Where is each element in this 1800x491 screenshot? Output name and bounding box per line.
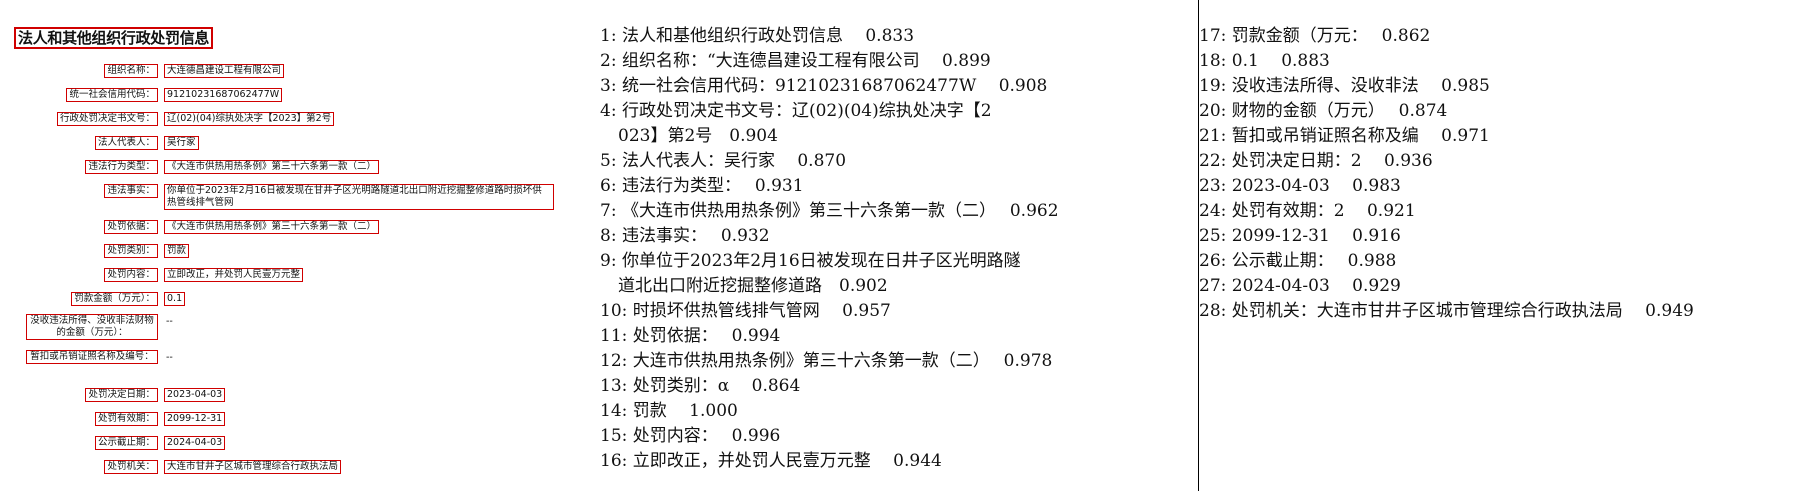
document-title: 法人和其他组织行政处罚信息 xyxy=(14,27,214,49)
field-value: -- xyxy=(166,352,173,363)
ocr-line: 1: 法人和基他组织行政处罚信息 0.833 xyxy=(600,26,915,46)
field-basis-label-wrap: 处罚依据： xyxy=(0,220,158,234)
ocr-line: 23: 2023-04-03 0.983 xyxy=(1199,176,1401,196)
field-label: 公示截止期： xyxy=(94,436,158,450)
field-value: 立即改正，并处罚人民壹万元整 xyxy=(164,268,304,282)
field-penalty-type-label-wrap: 处罚类别： xyxy=(0,244,158,258)
ocr-line: 21: 暂扣或吊销证照名称及编 0.971 xyxy=(1199,126,1490,146)
ocr-results-column-1: 1: 法人和基他组织行政处罚信息 0.833 2: 组织名称：“大连德昌建设工程… xyxy=(600,24,1059,474)
field-label: 违法行为类型： xyxy=(85,160,158,174)
field-label: 处罚类别： xyxy=(104,244,158,258)
field-violation-facts-label-wrap: 违法事实： xyxy=(0,184,158,198)
field-confiscation-label-wrap: 没收违法所得、没收非法财物的金额（万元）： xyxy=(0,314,158,342)
ocr-line: 17: 罚款金额（万元： 0.862 xyxy=(1199,26,1431,46)
field-value: 2024-04-03 xyxy=(164,436,226,450)
ocr-line: 27: 2024-04-03 0.929 xyxy=(1199,276,1401,296)
ocr-line: 5: 法人代表人：吴行家 0.870 xyxy=(600,151,847,171)
ocr-line: 12: 大连市供热用热条例》第三十六条第一款（二） 0.978 xyxy=(600,351,1053,371)
field-value: 《大连市供热用热条例》第三十六条第一款（二） xyxy=(164,220,380,234)
field-value: 2023-04-03 xyxy=(164,388,226,402)
ocr-line: 11: 处罚依据： 0.994 xyxy=(600,326,781,346)
ocr-line: 3: 统一社会信用代码：91210231687062477W 0.908 xyxy=(600,76,1048,96)
ocr-line-continuation: 道北出口附近挖掘整修道路 0.902 xyxy=(618,276,888,296)
field-org-name-label-wrap: 组织名称： xyxy=(0,64,158,78)
field-value: 大连德昌建设工程有限公司 xyxy=(164,64,285,78)
field-value: 91210231687062477W xyxy=(164,88,283,102)
field-label: 罚款金额（万元）： xyxy=(71,292,158,306)
field-label: 统一社会信用代码： xyxy=(66,88,158,102)
field-value: 0.1 xyxy=(164,292,186,306)
field-value: -- xyxy=(166,316,173,327)
ocr-line: 4: 行政处罚决定书文号：辽(02)(04)综执处决字【2 xyxy=(600,101,992,121)
field-fine-amount-label-wrap: 罚款金额（万元）： xyxy=(0,292,158,306)
field-decision-no-label-wrap: 行政处罚决定书文号： xyxy=(0,112,158,126)
field-license-label-wrap: 暂扣或吊销证照名称及编号： xyxy=(0,350,158,378)
ocr-line: 18: 0.1 0.883 xyxy=(1199,51,1330,71)
ocr-line: 19: 没收违法所得、没收非法 0.985 xyxy=(1199,76,1490,96)
field-credit-code-label-wrap: 统一社会信用代码： xyxy=(0,88,158,102)
ocr-line: 28: 处罚机关：大连市甘井子区城市管理综合行政执法局 0.949 xyxy=(1199,301,1694,321)
ocr-line: 13: 处罚类别：α 0.864 xyxy=(600,376,801,396)
ocr-line: 15: 处罚内容： 0.996 xyxy=(600,426,781,446)
ocr-line: 22: 处罚决定日期：2 0.936 xyxy=(1199,151,1433,171)
field-label: 法人代表人： xyxy=(94,136,158,150)
field-label: 暂扣或吊销证照名称及编号： xyxy=(26,350,158,364)
field-label: 处罚内容： xyxy=(104,268,158,282)
ocr-line: 9: 你单位于2023年2月16日被发现在日井子区光明路隧 xyxy=(600,251,1021,271)
ocr-line: 7: 《大连市供热用热条例》第三十六条第一款（二） 0.962 xyxy=(600,201,1059,221)
field-valid-until-label-wrap: 处罚有效期： xyxy=(0,412,158,426)
field-label: 没收违法所得、没收非法财物的金额（万元）： xyxy=(26,314,158,340)
annotated-document: 法人和其他组织行政处罚信息 组织名称： 大连德昌建设工程有限公司 统一社会信用代… xyxy=(0,0,575,491)
field-label: 组织名称： xyxy=(104,64,158,78)
field-label: 处罚机关： xyxy=(104,460,158,474)
ocr-line-continuation: 023】第2号 0.904 xyxy=(618,126,778,146)
field-authority-label-wrap: 处罚机关： xyxy=(0,460,158,474)
ocr-line: 6: 违法行为类型： 0.931 xyxy=(600,176,804,196)
ocr-line: 26: 公示截止期： 0.988 xyxy=(1199,251,1397,271)
ocr-line: 2: 组织名称：“大连德昌建设工程有限公司 0.899 xyxy=(600,51,991,71)
ocr-line: 16: 立即改正，并处罚人民壹万元整 0.944 xyxy=(600,451,942,471)
field-legal-rep-label-wrap: 法人代表人： xyxy=(0,136,158,150)
field-label: 处罚有效期： xyxy=(94,412,158,426)
ocr-line: 10: 时损坏供热管线排气管网 0.957 xyxy=(600,301,891,321)
field-label: 处罚依据： xyxy=(104,220,158,234)
field-value: 《大连市供热用热条例》第三十六条第一款（二） xyxy=(164,160,380,174)
field-label: 行政处罚决定书文号： xyxy=(56,112,158,126)
field-value: 吴行家 xyxy=(164,136,199,150)
ocr-line: 20: 财物的金额（万元） 0.874 xyxy=(1199,101,1448,121)
field-decision-date-label-wrap: 处罚决定日期： xyxy=(0,388,158,402)
field-violation-type-label-wrap: 违法行为类型： xyxy=(0,160,158,174)
ocr-results-column-2: 17: 罚款金额（万元： 0.862 18: 0.1 0.883 19: 没收违… xyxy=(1199,24,1694,324)
ocr-line: 25: 2099-12-31 0.916 xyxy=(1199,226,1401,246)
ocr-line: 8: 违法事实： 0.932 xyxy=(600,226,770,246)
field-value: 罚款 xyxy=(164,244,190,258)
field-label: 处罚决定日期： xyxy=(85,388,158,402)
field-value: 辽(02)(04)综执处决字【2023】第2号 xyxy=(164,112,335,126)
ocr-line: 14: 罚款 1.000 xyxy=(600,401,738,421)
field-publicity-end-label-wrap: 公示截止期： xyxy=(0,436,158,450)
ocr-line: 24: 处罚有效期：2 0.921 xyxy=(1199,201,1416,221)
field-label: 违法事实： xyxy=(104,184,158,198)
field-value: 你单位于2023年2月16日被发现在甘井子区光明路隧道北出口附近挖掘整修道路时损… xyxy=(164,184,554,210)
field-value: 2099-12-31 xyxy=(164,412,226,426)
field-penalty-content-label-wrap: 处罚内容： xyxy=(0,268,158,282)
field-value: 大连市甘井子区城市管理综合行政执法局 xyxy=(164,460,342,474)
